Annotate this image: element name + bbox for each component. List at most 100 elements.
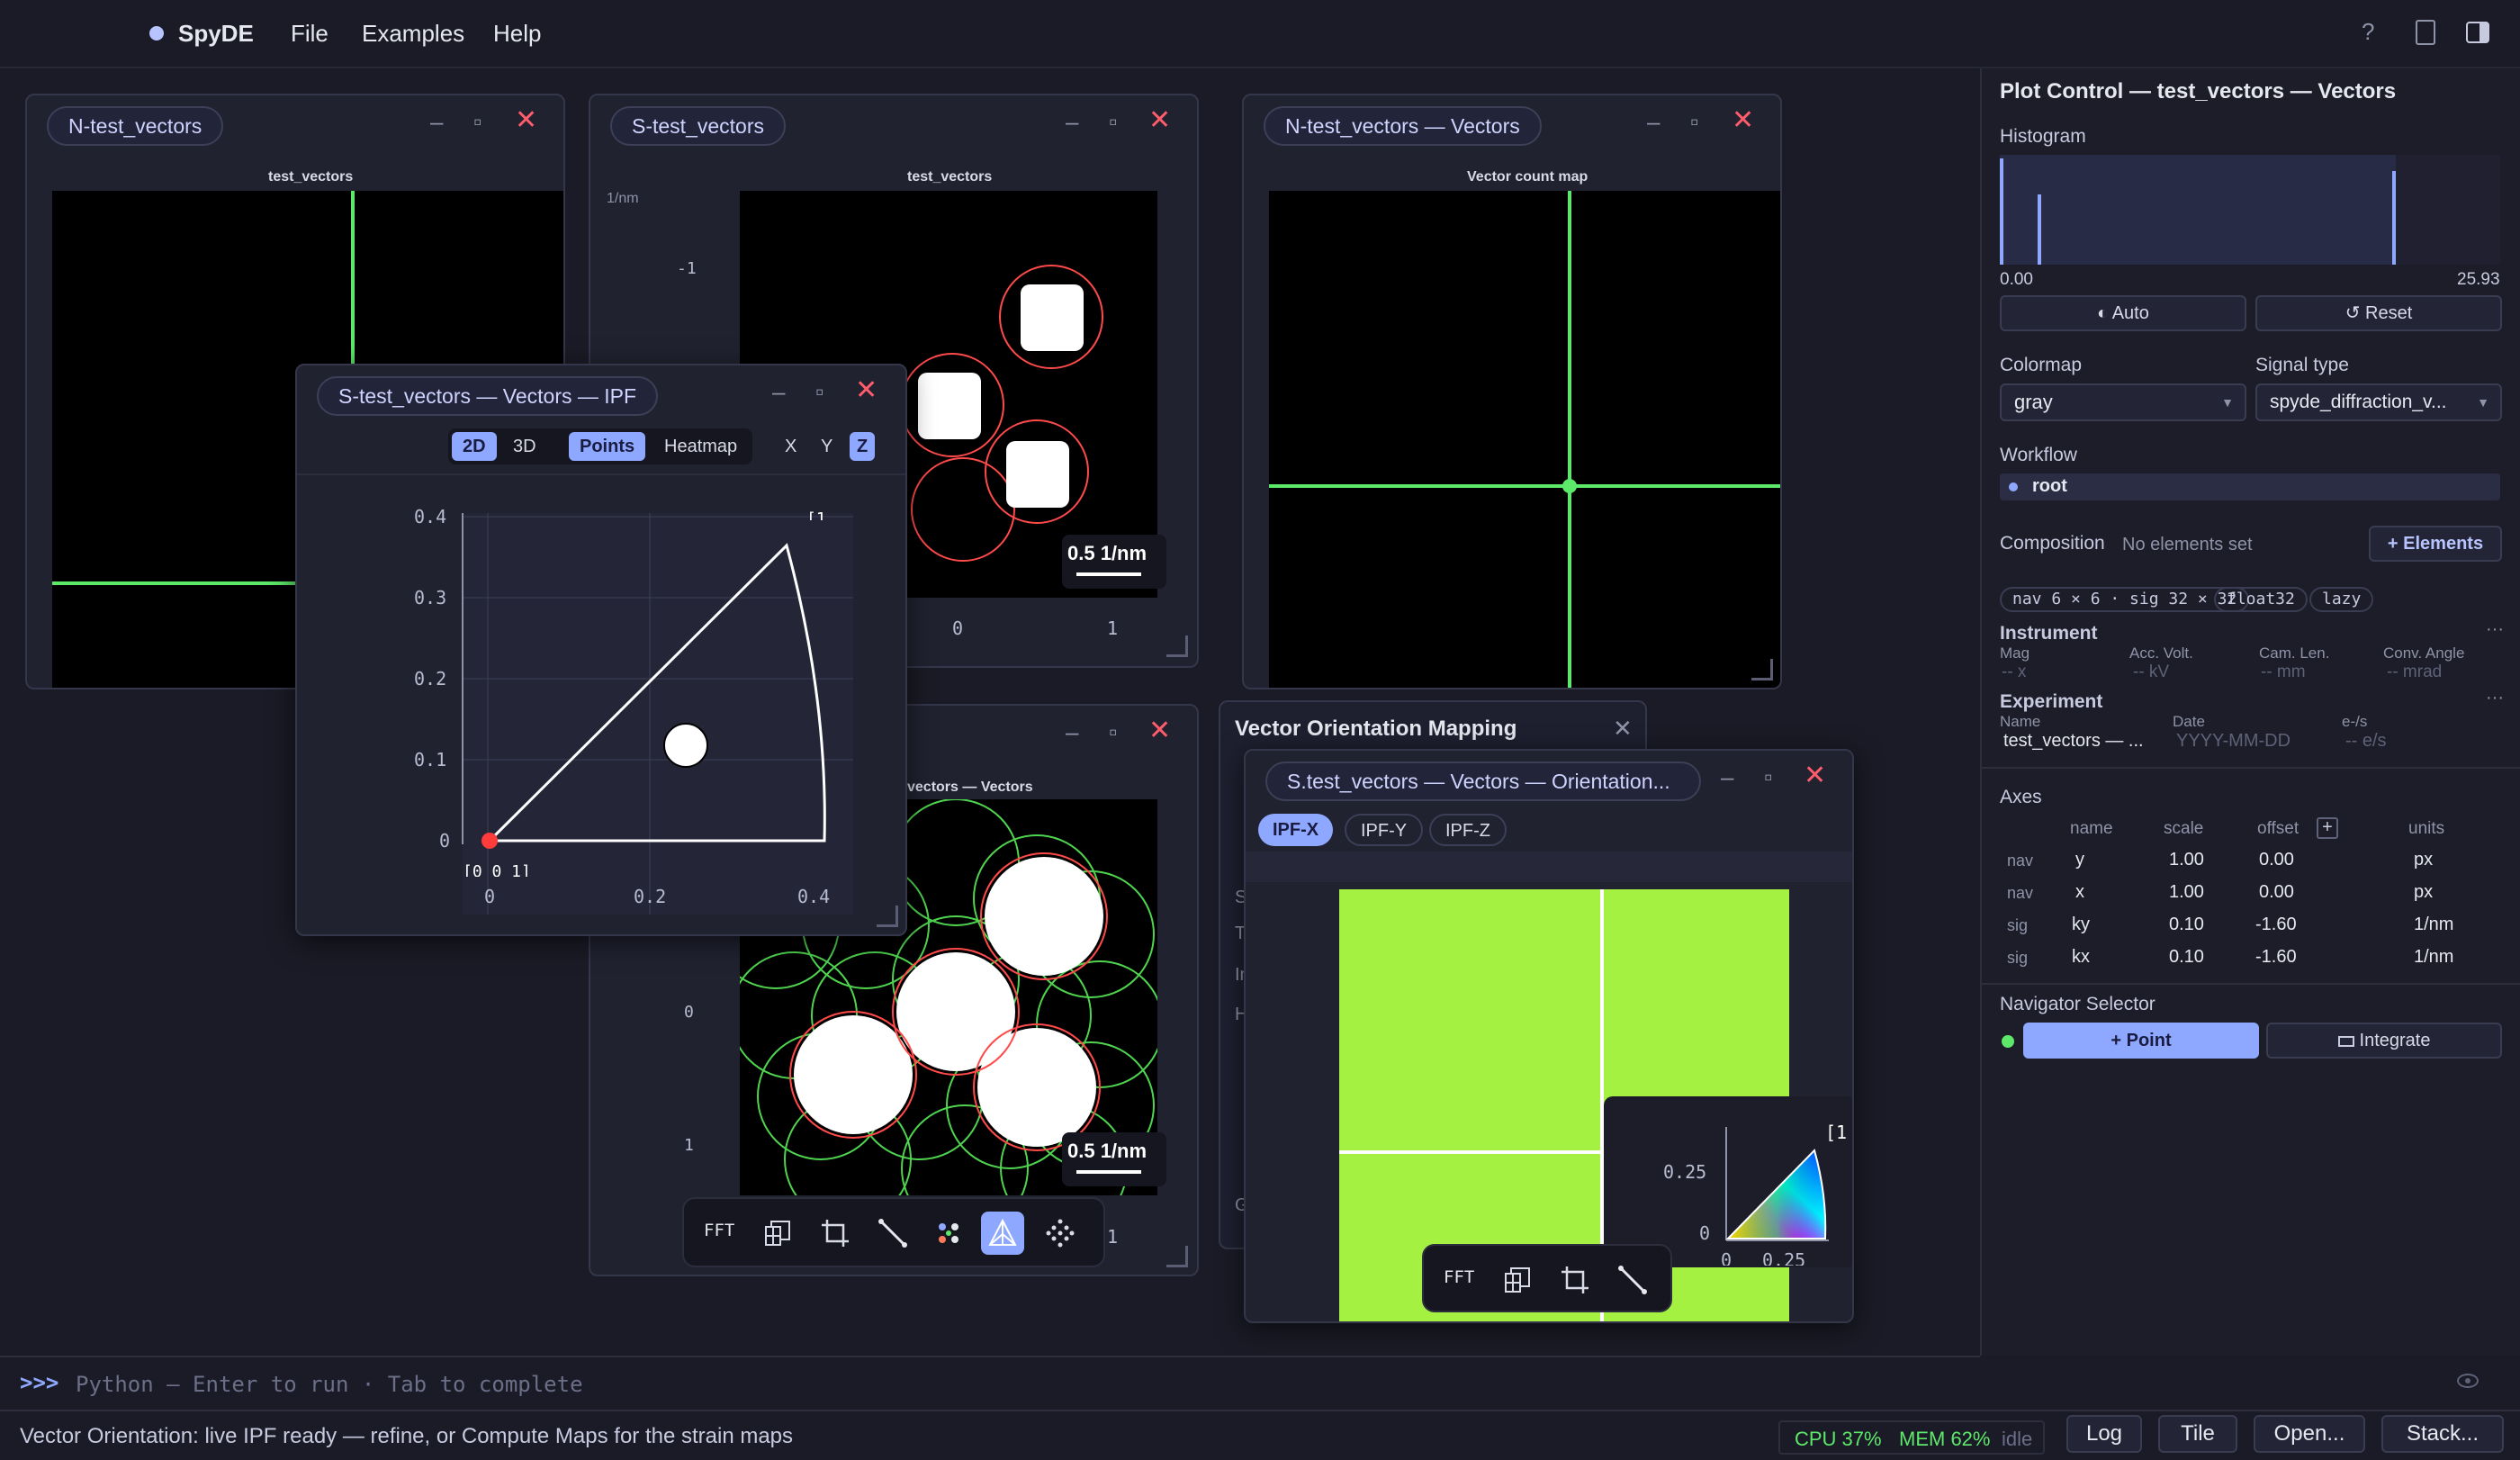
tab-ipf-z[interactable]: IPF-Z bbox=[1429, 814, 1507, 846]
tab-ipf-x[interactable]: IPF-X bbox=[1258, 814, 1334, 846]
y-tick: 0.2 bbox=[414, 668, 447, 689]
resize-handle[interactable] bbox=[1751, 659, 1773, 680]
axis-offset[interactable]: 0.00 bbox=[2259, 850, 2294, 870]
experiment-date-value[interactable]: YYYY-MM-DD bbox=[2176, 731, 2290, 752]
axis-units[interactable]: px bbox=[2414, 882, 2433, 903]
crop-icon[interactable] bbox=[814, 1212, 857, 1255]
axis-scale[interactable]: 0.10 bbox=[2169, 915, 2204, 935]
experiment-name-value[interactable]: test_vectors — ... bbox=[2003, 731, 2144, 752]
line-icon[interactable] bbox=[1611, 1258, 1654, 1302]
resize-handle[interactable] bbox=[877, 906, 898, 927]
histogram-bar bbox=[2000, 158, 2003, 265]
minimize-icon[interactable]: – bbox=[1721, 763, 1733, 791]
menu-help[interactable]: Help bbox=[493, 20, 541, 48]
integrate-icon bbox=[2337, 1035, 2354, 1047]
symmetry-icon[interactable] bbox=[1496, 1258, 1539, 1302]
menu-examples[interactable]: Examples bbox=[362, 20, 464, 48]
maximize-icon[interactable]: ▫ bbox=[473, 108, 482, 136]
histogram-range-right[interactable] bbox=[2396, 155, 2500, 265]
axis-units[interactable]: 1/nm bbox=[2414, 915, 2453, 935]
resize-handle[interactable] bbox=[1166, 1246, 1188, 1267]
console-input[interactable]: Python — Enter to run · Tab to complete bbox=[76, 1372, 583, 1397]
open-button[interactable]: Open... bbox=[2254, 1415, 2365, 1453]
minimize-icon[interactable]: – bbox=[1066, 718, 1078, 746]
window-ipf[interactable]: S-test_vectors — Vectors — IPF – ▫ ✕ 2D … bbox=[295, 364, 907, 936]
navigator-selector-label: Navigator Selector bbox=[2000, 994, 2156, 1014]
field-value[interactable]: -- mm bbox=[2261, 662, 2306, 682]
axis-offset[interactable]: -1.60 bbox=[2255, 947, 2297, 968]
add-offset-icon[interactable]: + bbox=[2317, 817, 2338, 839]
vom-title: Vector Orientation Mapping bbox=[1235, 716, 1517, 741]
window-orientation[interactable]: S.test_vectors — Vectors — Orientation..… bbox=[1244, 749, 1854, 1323]
window-tab[interactable]: N-test_vectors — Vectors bbox=[1264, 106, 1542, 146]
axis-scale[interactable]: 1.00 bbox=[2169, 850, 2204, 870]
vector-marker[interactable] bbox=[911, 457, 1015, 562]
integrate-button[interactable]: Integrate bbox=[2266, 1023, 2502, 1059]
histogram[interactable] bbox=[2000, 155, 2500, 265]
vector-count-map[interactable] bbox=[1269, 191, 1780, 688]
tab-ipf-y[interactable]: IPF-Y bbox=[1345, 814, 1424, 846]
help-icon[interactable]: ? bbox=[2362, 18, 2374, 46]
crosshair-vertical[interactable] bbox=[1568, 191, 1571, 688]
crop-icon[interactable] bbox=[1553, 1258, 1597, 1302]
crosshair-horizontal[interactable] bbox=[1339, 1150, 1604, 1154]
crosshair-horizontal[interactable] bbox=[1269, 484, 1780, 488]
resource-monitor: CPU 37% MEM 62% idle bbox=[1778, 1420, 2045, 1455]
vectors-icon[interactable] bbox=[927, 1212, 970, 1255]
axis-offset[interactable]: -1.60 bbox=[2255, 915, 2297, 935]
window-n-test-vectors-vectors[interactable]: N-test_vectors — Vectors – ▫ ✕ Vector co… bbox=[1242, 94, 1782, 689]
window-tab[interactable]: S.test_vectors — Vectors — Orientation..… bbox=[1265, 762, 1701, 801]
maximize-icon[interactable]: ▫ bbox=[1690, 108, 1698, 136]
grid-points-icon[interactable] bbox=[1039, 1212, 1082, 1255]
ipf-icon[interactable] bbox=[981, 1212, 1024, 1255]
close-icon[interactable]: ✕ bbox=[1148, 104, 1171, 136]
stack-button[interactable]: Stack... bbox=[2381, 1415, 2504, 1453]
signal-type-select[interactable]: spyde_diffraction_v... ▼ bbox=[2255, 383, 2502, 421]
tile-button[interactable]: Tile bbox=[2158, 1415, 2237, 1453]
resize-handle[interactable] bbox=[1166, 635, 1188, 657]
window-tab[interactable]: S-test_vectors bbox=[610, 106, 786, 146]
python-console[interactable]: >>> Python — Enter to run · Tab to compl… bbox=[0, 1356, 1980, 1410]
menu-file[interactable]: File bbox=[291, 20, 328, 48]
close-icon[interactable]: ✕ bbox=[1804, 760, 1826, 791]
colormap-select[interactable]: gray ▼ bbox=[2000, 383, 2246, 421]
field-value[interactable]: -- x bbox=[2002, 662, 2026, 682]
add-elements-button[interactable]: + Elements bbox=[2369, 526, 2502, 562]
field-value[interactable]: -- mrad bbox=[2387, 662, 2442, 682]
point-button[interactable]: + Point bbox=[2023, 1023, 2259, 1059]
fft-button[interactable]: FFT bbox=[704, 1221, 734, 1240]
more-icon[interactable]: ··· bbox=[2486, 688, 2504, 708]
close-icon[interactable]: ✕ bbox=[1613, 715, 1633, 743]
eye-icon[interactable] bbox=[2457, 1374, 2479, 1388]
more-icon[interactable]: ··· bbox=[2486, 619, 2504, 640]
minimize-icon[interactable]: – bbox=[430, 108, 443, 136]
axis-offset[interactable]: 0.00 bbox=[2259, 882, 2294, 903]
document-icon[interactable] bbox=[2416, 20, 2435, 45]
maximize-icon[interactable]: ▫ bbox=[1109, 108, 1117, 136]
symmetry-icon[interactable] bbox=[756, 1212, 799, 1255]
reset-button[interactable]: ↺ Reset bbox=[2255, 295, 2502, 331]
fft-button[interactable]: FFT bbox=[1444, 1267, 1474, 1287]
window-tab[interactable]: N-test_vectors bbox=[47, 106, 224, 146]
maximize-icon[interactable]: ▫ bbox=[1109, 718, 1117, 746]
line-icon[interactable] bbox=[871, 1212, 914, 1255]
log-button[interactable]: Log bbox=[2066, 1415, 2142, 1453]
axis-units[interactable]: px bbox=[2414, 850, 2433, 870]
field-value[interactable]: -- kV bbox=[2133, 662, 2169, 682]
crosshair-handle[interactable] bbox=[1562, 479, 1577, 493]
maximize-icon[interactable]: ▫ bbox=[1764, 763, 1772, 791]
workflow-root-item[interactable]: root bbox=[2000, 473, 2500, 500]
close-icon[interactable]: ✕ bbox=[1148, 715, 1171, 746]
sidebar-toggle-icon[interactable] bbox=[2466, 22, 2489, 43]
close-icon[interactable]: ✕ bbox=[1732, 104, 1754, 136]
axis-scale[interactable]: 0.10 bbox=[2169, 947, 2204, 968]
auto-button[interactable]: ◐ Auto bbox=[2000, 295, 2246, 331]
axis-units[interactable]: 1/nm bbox=[2414, 947, 2453, 968]
experiment-rate-value[interactable]: -- e/s bbox=[2345, 731, 2387, 752]
minimize-icon[interactable]: – bbox=[1066, 108, 1078, 136]
close-icon[interactable]: ✕ bbox=[515, 104, 537, 136]
workflow-label: Workflow bbox=[2000, 445, 2077, 465]
axis-scale[interactable]: 1.00 bbox=[2169, 882, 2204, 903]
ipf-chart[interactable] bbox=[297, 365, 907, 936]
minimize-icon[interactable]: – bbox=[1647, 108, 1660, 136]
